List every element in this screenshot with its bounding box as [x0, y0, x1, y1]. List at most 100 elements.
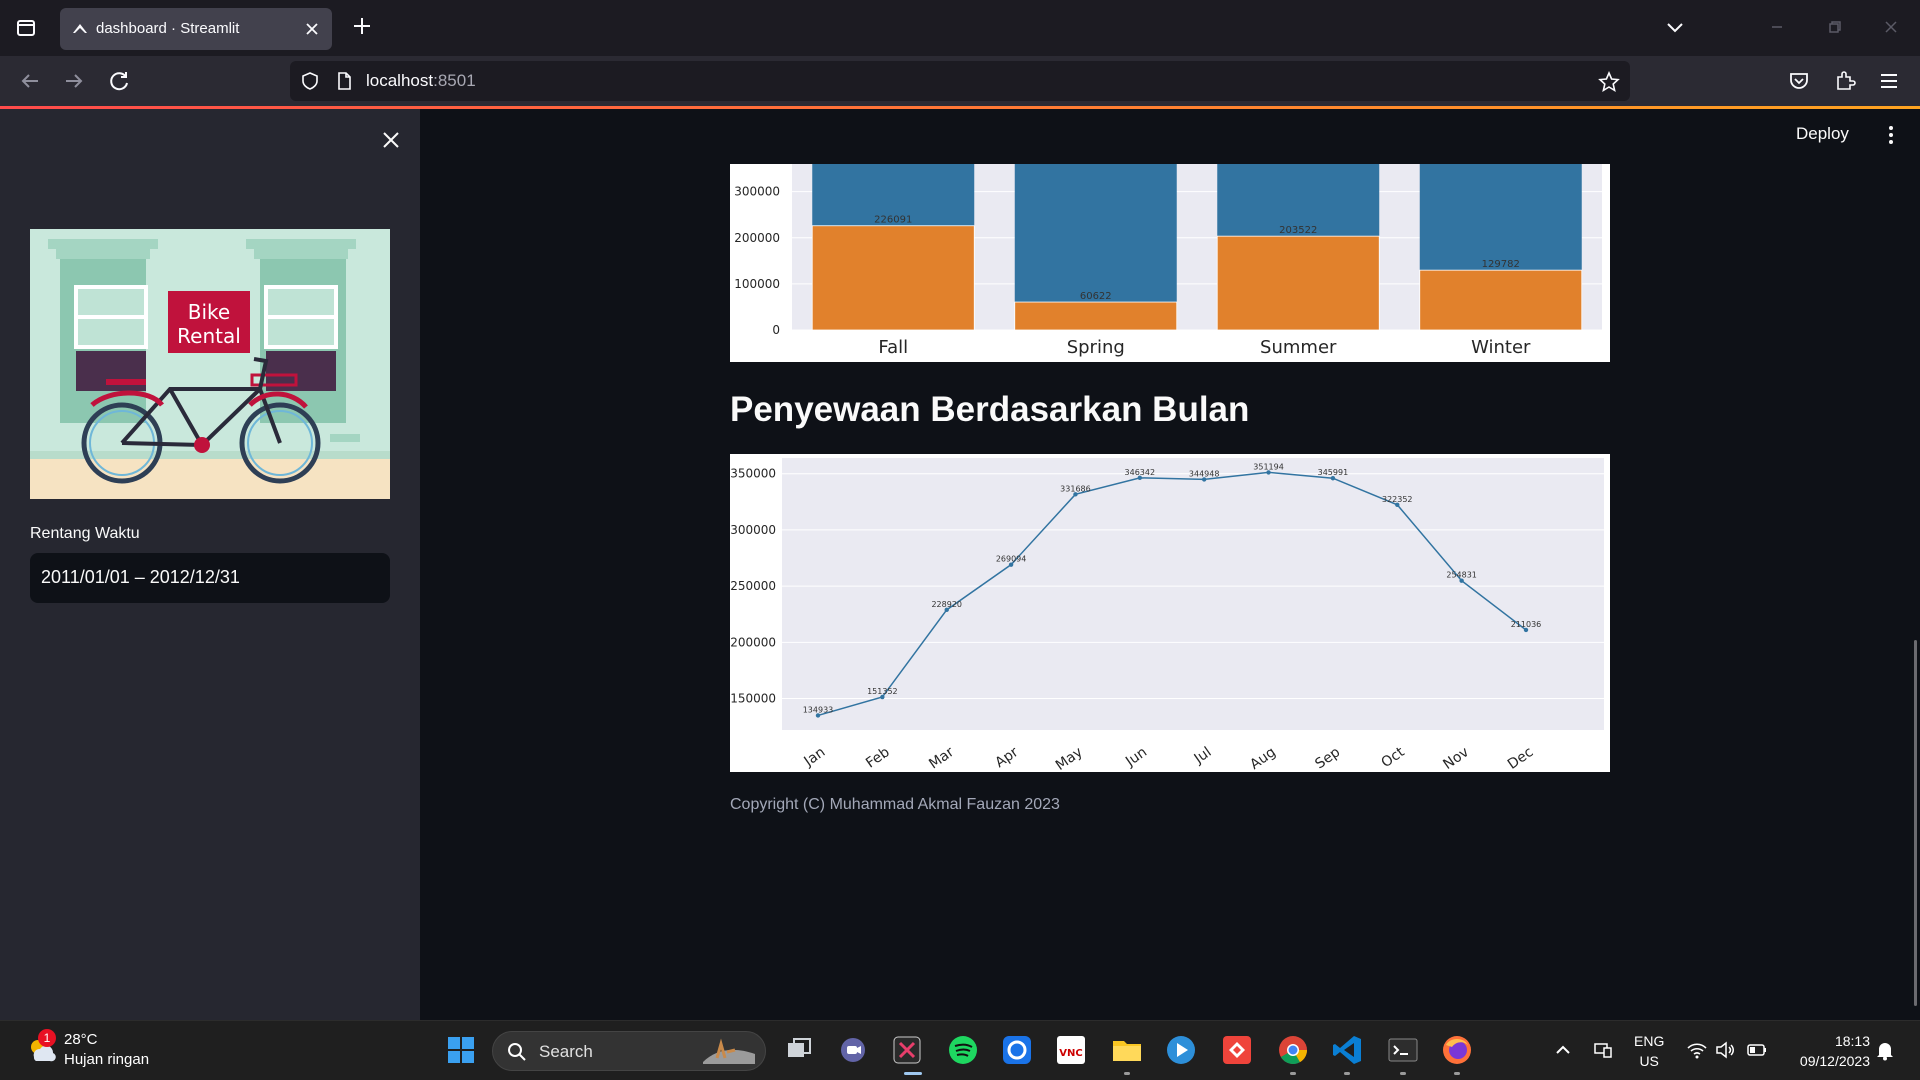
line-y-tick-label: 350000 — [730, 467, 776, 481]
taskbar-search-box[interactable]: Search — [492, 1031, 766, 1071]
line-x-tick-label: Jun — [1122, 744, 1150, 770]
window-close-icon[interactable] — [1878, 14, 1904, 40]
line-data-label: 134933 — [803, 705, 834, 714]
browser-tab-active[interactable]: dashboard · Streamlit — [60, 8, 332, 50]
reload-icon[interactable] — [106, 67, 134, 95]
list-all-tabs-icon[interactable] — [1662, 14, 1688, 40]
vscode-icon[interactable] — [1330, 1033, 1364, 1067]
clock-time: 18:13 — [1834, 1033, 1870, 1049]
line-x-tick-label: Sep — [1312, 744, 1343, 772]
task-view-icon[interactable] — [782, 1033, 816, 1067]
line-data-label: 331686 — [1060, 484, 1091, 493]
forward-arrow-icon[interactable] — [60, 67, 88, 95]
keyboard-layout: US — [1639, 1053, 1659, 1069]
streamlit-favicon-icon — [73, 24, 87, 33]
bar-segment-lower — [1419, 269, 1583, 331]
anydesk-icon[interactable] — [1220, 1033, 1254, 1067]
window-minimize-icon[interactable] — [1764, 14, 1790, 40]
extensions-icon[interactable] — [1832, 68, 1858, 94]
line-x-tick-label: Jan — [801, 744, 829, 770]
copyright-text: Copyright (C) Muhammad Akmal Fauzan 2023 — [730, 796, 1060, 813]
hero-sign-line2: Rental — [177, 324, 241, 348]
tab-title: dashboard · Streamlit — [96, 20, 240, 37]
page-scrollbar[interactable] — [1914, 640, 1917, 1006]
page-info-icon[interactable] — [334, 71, 354, 91]
close-sidebar-icon[interactable] — [378, 127, 404, 153]
weather-alert-badge: 1 — [38, 1029, 56, 1047]
system-clock[interactable]: 18:13 09/12/2023 — [1786, 1031, 1870, 1071]
file-explorer-icon[interactable] — [1110, 1033, 1144, 1067]
bar-x-tick-label: Summer — [1260, 337, 1337, 358]
spotify-icon[interactable] — [946, 1033, 980, 1067]
bar-x-tick-label: Spring — [1067, 337, 1125, 358]
date-range-label: Rentang Waktu — [30, 525, 140, 542]
weather-temperature[interactable]: 28°C — [64, 1031, 98, 1048]
battery-icon[interactable] — [1746, 1039, 1768, 1061]
media-player-icon[interactable] — [1164, 1033, 1198, 1067]
back-arrow-icon[interactable] — [16, 67, 44, 95]
display-tray-icon[interactable] — [1592, 1039, 1614, 1061]
notification-bell-icon[interactable] — [1874, 1039, 1896, 1061]
bar-y-tick-label: 300000 — [734, 185, 780, 199]
volume-icon[interactable] — [1714, 1039, 1736, 1061]
chrome-icon[interactable] — [1276, 1033, 1310, 1067]
bookmark-star-icon[interactable] — [1598, 71, 1620, 93]
window-restore-icon[interactable] — [1822, 14, 1848, 40]
teams-chat-icon[interactable] — [836, 1033, 870, 1067]
hero-sign-line1: Bike — [188, 300, 230, 324]
url-bar[interactable]: localhost:8501 — [290, 61, 1630, 101]
browser-nav-bar: localhost:8501 — [0, 56, 1920, 106]
bar-y-tick-label: 100000 — [734, 277, 780, 291]
line-data-label: 345991 — [1318, 468, 1349, 477]
weather-description[interactable]: Hujan ringan — [64, 1051, 149, 1068]
firefox-indicator — [1454, 1072, 1460, 1075]
input-language[interactable]: ENG US — [1634, 1031, 1664, 1071]
month-line-chart: 150000 200000 250000 300000 350000 134933 1513… — [730, 454, 1610, 774]
bar-x-tick-label: Fall — [878, 337, 908, 358]
line-data-label: 322352 — [1382, 495, 1413, 504]
bar-segment-lower — [1216, 235, 1380, 331]
snipping-tool-active-indicator — [904, 1072, 922, 1075]
line-y-tick-label: 200000 — [730, 635, 776, 649]
line-x-tick-label: Jul — [1191, 744, 1215, 767]
terminal-icon[interactable] — [1386, 1033, 1420, 1067]
line-y-tick-label: 150000 — [730, 692, 776, 706]
bar-data-label: 226091 — [874, 215, 912, 226]
tracking-shield-icon[interactable] — [300, 71, 320, 91]
line-x-tick-label: Aug — [1247, 744, 1279, 772]
season-bar-chart-svg: 0 100000 200000 300000 226091 Fall 60622 Spring… — [734, 164, 1602, 358]
new-tab-icon[interactable] — [350, 14, 374, 38]
hamburger-menu-icon[interactable] — [1876, 68, 1902, 94]
deploy-button[interactable]: Deploy — [1796, 124, 1849, 144]
firefox-icon[interactable] — [1440, 1033, 1474, 1067]
show-hidden-icons-chevron-icon[interactable] — [1552, 1039, 1574, 1061]
ring-app-icon[interactable] — [1000, 1033, 1034, 1067]
windows-start-icon[interactable] — [446, 1035, 476, 1065]
wifi-icon[interactable] — [1686, 1039, 1708, 1061]
line-plot-area — [782, 458, 1604, 730]
line-y-tick-label: 300000 — [730, 523, 776, 537]
season-bar-chart: 0 100000 200000 300000 226091 Fall 60622 Spring… — [730, 164, 1610, 362]
snipping-tool-icon[interactable] — [890, 1033, 924, 1067]
date-range-value[interactable]: 2011/01/01 – 2012/12/31 — [41, 567, 240, 588]
windows-taskbar: 1 28°C Hujan ringan Search VNC ENG US 18… — [0, 1020, 1920, 1080]
main-menu-kebab-icon[interactable] — [1880, 124, 1902, 146]
url-text[interactable]: localhost:8501 — [366, 71, 476, 91]
line-data-label: 346342 — [1125, 468, 1156, 477]
bar-data-label: 60622 — [1080, 291, 1112, 302]
bar-data-label: 203522 — [1279, 225, 1317, 236]
bar-y-tick-label: 200000 — [734, 231, 780, 245]
tab-close-icon[interactable] — [302, 19, 322, 39]
month-section-title: Penyewaan Berdasarkan Bulan — [730, 390, 1250, 429]
line-data-label: 254831 — [1446, 571, 1477, 580]
pocket-icon[interactable] — [1786, 68, 1812, 94]
line-x-tick-label: Oct — [1379, 744, 1408, 771]
line-x-tick-label: Apr — [992, 744, 1021, 771]
line-data-label: 211036 — [1511, 620, 1542, 629]
line-data-label: 151352 — [867, 687, 898, 696]
vnc-viewer-icon[interactable]: VNC — [1054, 1033, 1088, 1067]
line-data-label: 351194 — [1253, 462, 1284, 471]
bar-segment-lower — [811, 225, 975, 331]
tab-list-icon[interactable] — [12, 14, 40, 42]
date-range-input[interactable]: 2011/01/01 – 2012/12/31 — [30, 553, 390, 603]
